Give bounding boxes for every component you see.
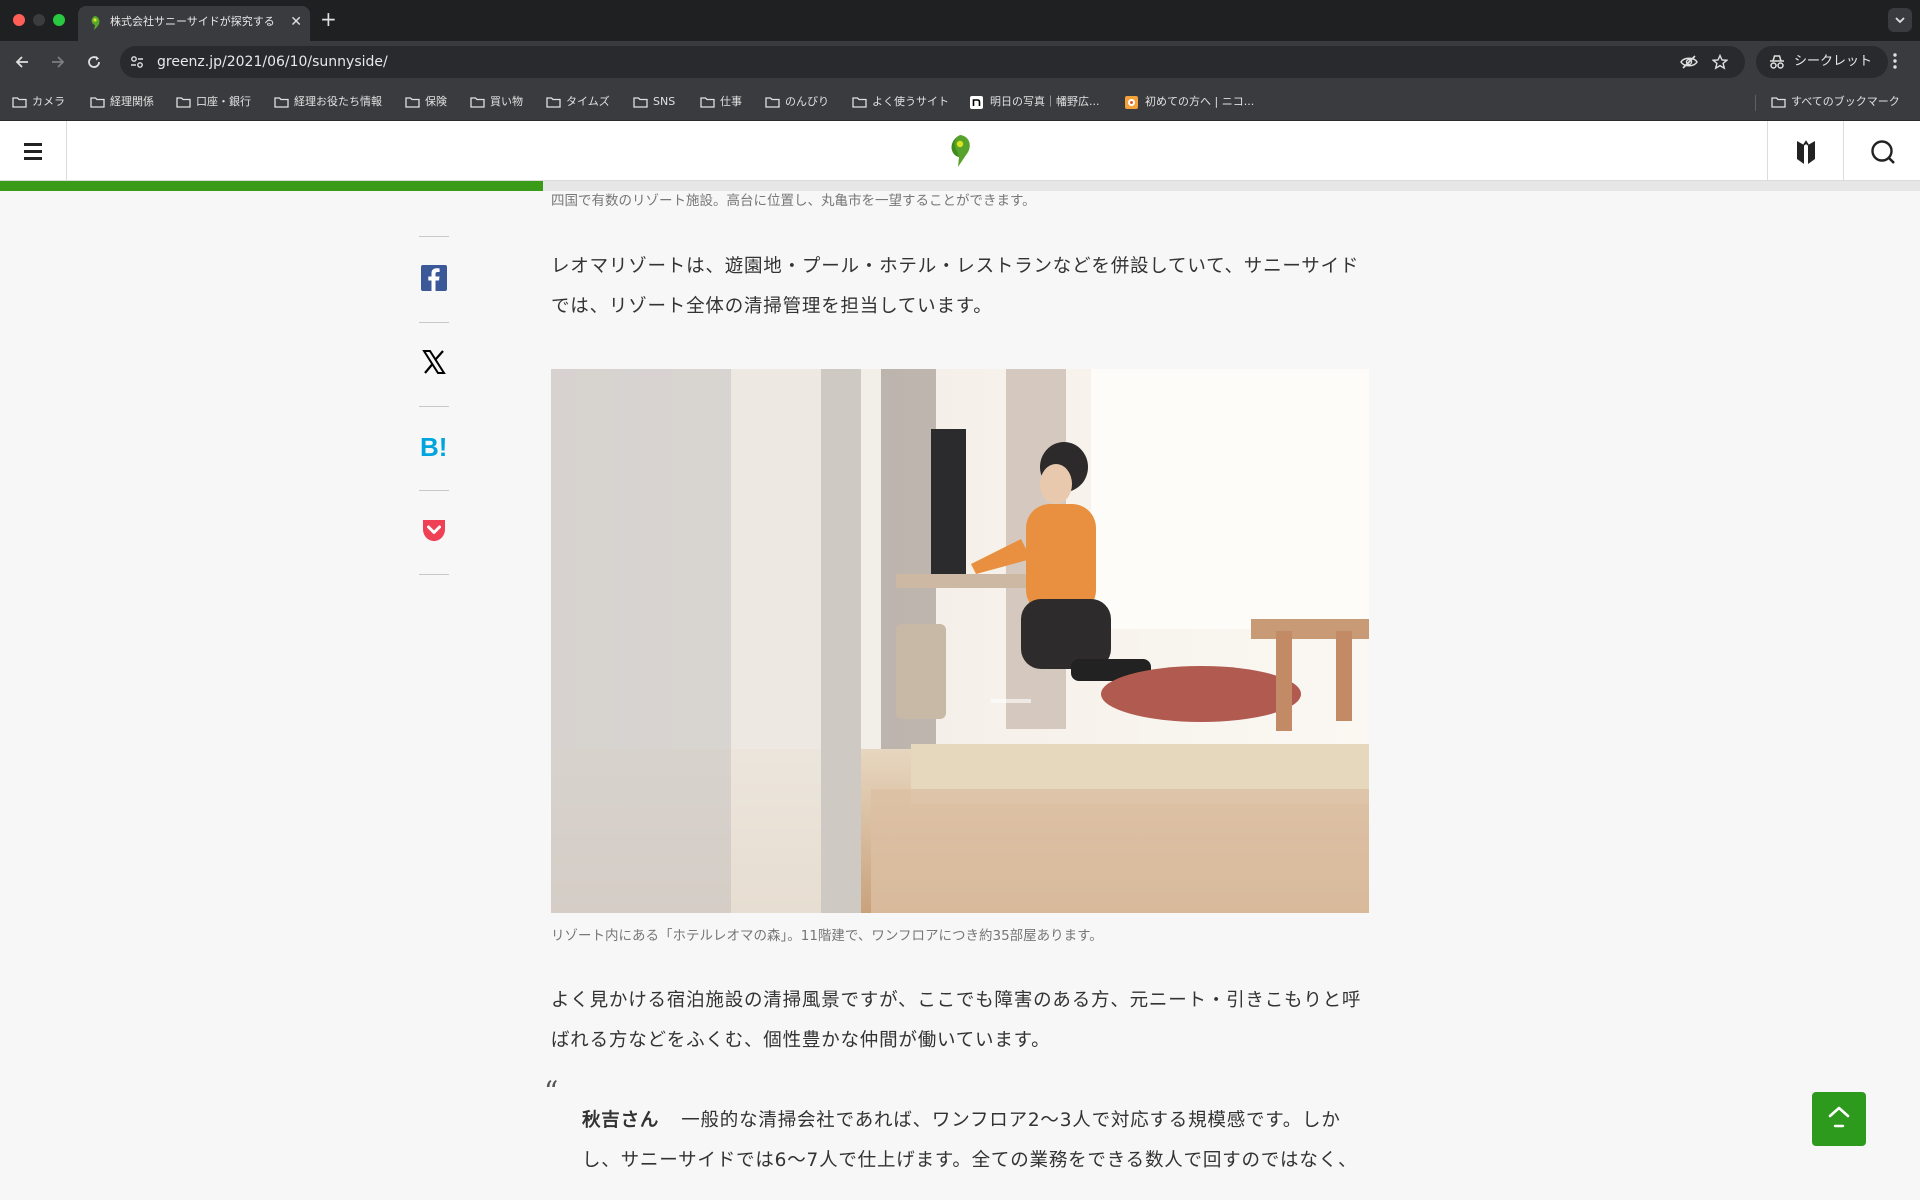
incognito-icon xyxy=(1770,55,1784,69)
back-button[interactable] xyxy=(10,50,34,74)
menu-button[interactable] xyxy=(0,121,67,181)
folder-icon xyxy=(470,97,485,108)
tab-title: 株式会社サニーサイドが探究する xyxy=(110,15,275,28)
hatena-bookmark-icon: B! xyxy=(420,432,447,462)
search-icon xyxy=(1871,140,1895,164)
site-info-icon[interactable] xyxy=(129,54,145,70)
forward-button[interactable] xyxy=(46,50,70,74)
bookmark-label: 経理お役たち情報 xyxy=(294,95,382,108)
bookmark-label: よく使うサイト xyxy=(872,95,949,108)
quote-speaker: 秋吉さん xyxy=(582,1110,660,1131)
cleaning-staff-photo xyxy=(551,369,1369,913)
bookmark-label: 明日の写真｜幡野広... xyxy=(990,95,1100,108)
folder-icon xyxy=(633,97,648,108)
folder-icon xyxy=(176,97,191,108)
photo-caption: リゾート内にある「ホテルレオマの森」。11階建で、ワンフロアにつき約35部屋あり… xyxy=(551,928,1103,944)
reload-icon xyxy=(88,56,100,68)
folder-icon xyxy=(12,97,27,108)
x-share-button[interactable] xyxy=(420,348,448,376)
chevron-down-icon xyxy=(1895,17,1905,24)
greenz-people-button[interactable] xyxy=(1767,121,1843,181)
address-bar[interactable]: greenz.jp/2021/06/10/sunnyside/ xyxy=(120,46,1745,78)
facebook-icon xyxy=(421,265,447,291)
x-icon xyxy=(422,350,446,374)
share-divider xyxy=(419,322,449,323)
bookmark-label: SNS xyxy=(653,95,676,108)
bookmarks-separator xyxy=(1755,95,1756,111)
window-maximize-button[interactable] xyxy=(53,14,65,26)
folder-icon xyxy=(852,97,867,108)
greenz-leaf-icon xyxy=(91,16,100,30)
incognito-label: シークレット xyxy=(1794,54,1873,69)
share-divider xyxy=(419,406,449,407)
window-minimize-button[interactable] xyxy=(33,14,45,26)
hamburger-icon xyxy=(24,143,42,146)
bookmark-label: のんびり xyxy=(785,95,829,108)
share-divider xyxy=(419,574,449,575)
url-text[interactable]: greenz.jp/2021/06/10/sunnyside/ xyxy=(157,53,388,71)
bookmark-star-icon[interactable] xyxy=(1712,54,1728,70)
reading-progress-bar xyxy=(0,181,1920,191)
bookmark-label: 経理関係 xyxy=(110,95,154,108)
folder-icon xyxy=(700,97,715,108)
svg-text:B!: B! xyxy=(420,432,447,460)
folder-icon xyxy=(405,97,420,108)
bookmark-label: 保険 xyxy=(425,95,447,108)
greenz-leaf-logo[interactable] xyxy=(946,133,974,169)
incognito-indicator[interactable]: シークレット xyxy=(1756,46,1888,78)
hamburger-icon-line xyxy=(24,157,42,160)
new-tab-button[interactable]: + xyxy=(320,8,337,30)
facebook-share-button[interactable] xyxy=(420,264,448,292)
back-to-top-button[interactable] xyxy=(1812,1092,1866,1146)
search-button[interactable] xyxy=(1843,121,1919,181)
bookmark-label: 仕事 xyxy=(720,95,742,108)
eye-off-icon[interactable] xyxy=(1680,54,1698,70)
browser-toolbar: greenz.jp/2021/06/10/sunnyside/ シークレット xyxy=(0,41,1920,83)
share-divider xyxy=(419,490,449,491)
pocket-share-button[interactable] xyxy=(420,516,448,544)
browser-tab[interactable]: 株式会社サニーサイドが探究する ✕ xyxy=(78,6,310,41)
reading-progress-fill xyxy=(0,181,544,191)
site-header xyxy=(0,121,1920,181)
tab-close-icon[interactable]: ✕ xyxy=(290,12,302,32)
window-close-button[interactable] xyxy=(13,14,25,26)
folder-icon xyxy=(90,97,105,108)
article-photo xyxy=(551,369,1369,913)
bookmark-label: カメラ xyxy=(32,95,65,108)
quote-text: 秋吉さん 一般的な清掃会社であれば、ワンフロア2〜3人で対応する規模感です。しかし… xyxy=(582,1101,1372,1181)
quote-body: 一般的な清掃会社であれば、ワンフロア2〜3人で対応する規模感です。しかし、サニー… xyxy=(582,1110,1358,1171)
note-icon xyxy=(970,96,983,109)
site-icon xyxy=(1125,96,1138,109)
image-caption: 四国で有数のリゾート施設。高台に位置し、丸亀市を一望することができます。 xyxy=(551,193,1036,209)
share-divider xyxy=(419,236,449,237)
hamburger-icon-line xyxy=(24,150,42,153)
folder-icon xyxy=(546,97,561,108)
arrow-right-icon xyxy=(52,56,65,68)
hatena-share-button[interactable]: B! xyxy=(420,432,448,462)
article-paragraph: よく見かける宿泊施設の清掃風景ですが、ここでも障害のある方、元ニート・引きこもり… xyxy=(551,990,1362,1051)
quote-mark: “ xyxy=(544,1075,559,1108)
bookmark-label: 買い物 xyxy=(490,95,523,108)
bookmark-label: 初めての方へ | ニコ... xyxy=(1145,95,1255,108)
people-badge-icon xyxy=(1797,140,1815,164)
folder-icon xyxy=(274,97,289,108)
browser-menu-icon[interactable] xyxy=(1892,51,1898,71)
reload-button[interactable] xyxy=(82,50,106,74)
tab-search-button[interactable] xyxy=(1888,8,1912,32)
folder-icon xyxy=(1771,97,1786,108)
bookmark-label: 口座・銀行 xyxy=(196,95,251,108)
chevron-up-icon xyxy=(1828,1106,1850,1128)
arrow-left-icon xyxy=(15,56,28,68)
folder-icon xyxy=(765,97,780,108)
article-paragraph: レオマリゾートは、遊園地・プール・ホテル・レストランなどを併設していて、サニーサ… xyxy=(551,256,1360,317)
browser-tab-bar: 株式会社サニーサイドが探究する ✕ + xyxy=(0,0,1920,41)
bookmark-label: タイムズ xyxy=(566,95,610,108)
all-bookmarks-label: すべてのブックマーク xyxy=(1791,95,1900,108)
pocket-icon xyxy=(423,520,445,541)
bookmarks-bar: カメラ 経理関係 口座・銀行 経理お役たち情報 保険 買い物 タイムズ SNS 仕事 のんびり よく… xyxy=(0,83,1920,121)
